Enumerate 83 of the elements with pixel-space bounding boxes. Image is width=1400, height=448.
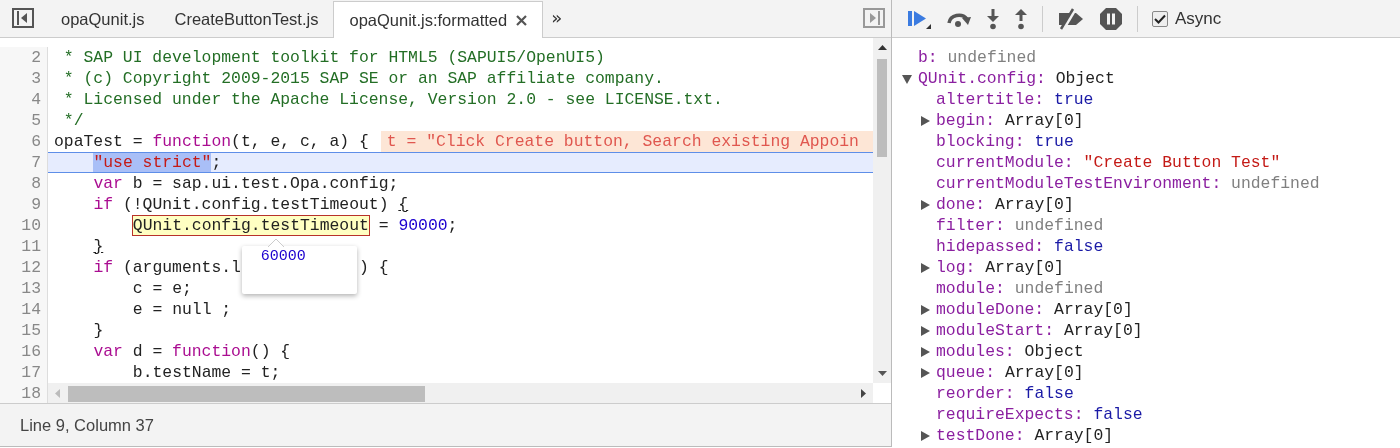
collapsed-triangle-icon[interactable]: [920, 115, 930, 126]
toggle-debugger-icon[interactable]: [863, 8, 885, 28]
editor-tab[interactable]: opaQunit.js:formatted: [333, 1, 544, 38]
deactivate-breakpoints-icon[interactable]: [1057, 7, 1085, 30]
code-line: }: [93, 236, 104, 257]
line-number: 11: [0, 236, 48, 257]
code-line: if (!QUnit.config.testTimeout) {: [93, 194, 409, 215]
collapsed-triangle-icon[interactable]: [920, 262, 930, 273]
line-number: 10: [0, 215, 48, 236]
code-line: }: [93, 320, 104, 341]
code-line: var b = sap.ui.test.Opa.config;: [93, 173, 399, 194]
line-number: 15: [0, 320, 48, 341]
collapsed-triangle-icon[interactable]: [920, 304, 930, 315]
vertical-scrollbar[interactable]: [873, 38, 891, 383]
line-number: 9: [0, 194, 48, 215]
scroll-up-arrow-icon[interactable]: [877, 44, 887, 50]
scope-property: modules: Object: [936, 341, 1084, 362]
code-line: b.testName = t;: [132, 362, 281, 383]
editor-tab[interactable]: CreateButtonTest.js: [159, 1, 334, 37]
line-number: 5: [0, 110, 48, 131]
line-number: 6: [0, 131, 48, 152]
scope-property: b: undefined: [918, 47, 1037, 68]
code-line: * Licensed under the Apache License, Version 2.0 - see LICENSE.txt.: [62, 89, 723, 110]
more-tabs-button[interactable]: »: [543, 7, 571, 37]
scope-property: testDone: Array[0]: [936, 425, 1114, 446]
scope-property: currentModule: "Create Button Test": [936, 152, 1281, 173]
expanded-triangle-icon[interactable]: [902, 73, 912, 84]
cursor-position: Line 9, Column 37: [20, 415, 154, 435]
code-line: * (c) Copyright 2009-2015 SAP SE or an SAP affiliate company.: [62, 68, 664, 89]
line-number: 4: [0, 89, 48, 110]
scope-property: requireExpects: false: [936, 404, 1143, 425]
line-number: 14: [0, 299, 48, 320]
async-checkbox[interactable]: [1152, 10, 1168, 27]
line-number: 16: [0, 341, 48, 362]
close-icon[interactable]: [516, 14, 528, 26]
scope-property: queue: Array[0]: [936, 362, 1084, 383]
scroll-down-arrow-icon[interactable]: [877, 371, 887, 377]
code-line: opaTest = function(t, e, c, a) {: [54, 131, 369, 152]
scope-property: currentModuleTestEnvironment: undefined: [936, 173, 1320, 194]
scope-property: QUnit.config: Object: [918, 68, 1115, 89]
code-line: e = null ;: [132, 299, 232, 320]
code-line: var d = function() {: [93, 341, 291, 362]
scroll-right-arrow-icon[interactable]: [861, 389, 867, 398]
popover-value: 60000: [260, 248, 306, 265]
toggle-navigator-icon[interactable]: [12, 8, 34, 28]
scope-property: log: Array[0]: [936, 257, 1064, 278]
scope-property: moduleDone: Array[0]: [936, 299, 1133, 320]
scope-property: done: Array[0]: [936, 194, 1074, 215]
line-number: 7: [0, 152, 48, 173]
scope-property: moduleStart: Array[0]: [936, 320, 1143, 341]
code-line: if (arguments.l: [93, 257, 241, 278]
scrollbar-thumb[interactable]: [877, 59, 887, 157]
collapsed-triangle-icon[interactable]: [920, 430, 930, 441]
line-number: 13: [0, 278, 48, 299]
scope-property: hidepassed: false: [936, 236, 1104, 257]
collapsed-triangle-icon[interactable]: [920, 346, 930, 357]
scope-property: reorder: false: [936, 383, 1074, 404]
scope-property: begin: Array[0]: [936, 110, 1084, 131]
code-line: * SAP UI development toolkit for HTML5 (SAPUI5/OpenUI5): [62, 47, 605, 68]
step-into-icon[interactable]: [986, 7, 1000, 30]
line-number: 3: [0, 68, 48, 89]
async-label: Async: [1175, 8, 1222, 29]
scope-property: blocking: true: [936, 131, 1074, 152]
editor-tab[interactable]: opaQunit.js: [46, 1, 160, 37]
line-number: 18: [0, 383, 48, 403]
code-line: ) {: [359, 257, 389, 278]
pause-on-exceptions-icon[interactable]: [1099, 6, 1123, 31]
inline-value: t = "Click Create button, Search existing Appoin: [380, 131, 873, 152]
scope-property: module: undefined: [936, 278, 1104, 299]
scope-property: altertitle: true: [936, 89, 1094, 110]
line-number: 12: [0, 257, 48, 278]
line-number: 8: [0, 173, 48, 194]
collapsed-triangle-icon[interactable]: [920, 199, 930, 210]
code-line: */: [62, 110, 84, 131]
horizontal-scrollbar[interactable]: [48, 383, 873, 403]
collapsed-triangle-icon[interactable]: [920, 367, 930, 378]
scrollbar-thumb[interactable]: [68, 385, 425, 402]
scope-property: filter: undefined: [936, 215, 1104, 236]
line-number: 2: [0, 47, 48, 68]
code-line: c = e;: [132, 278, 192, 299]
line-number: 17: [0, 362, 48, 383]
step-out-icon[interactable]: [1014, 7, 1028, 30]
collapsed-triangle-icon[interactable]: [920, 325, 930, 336]
